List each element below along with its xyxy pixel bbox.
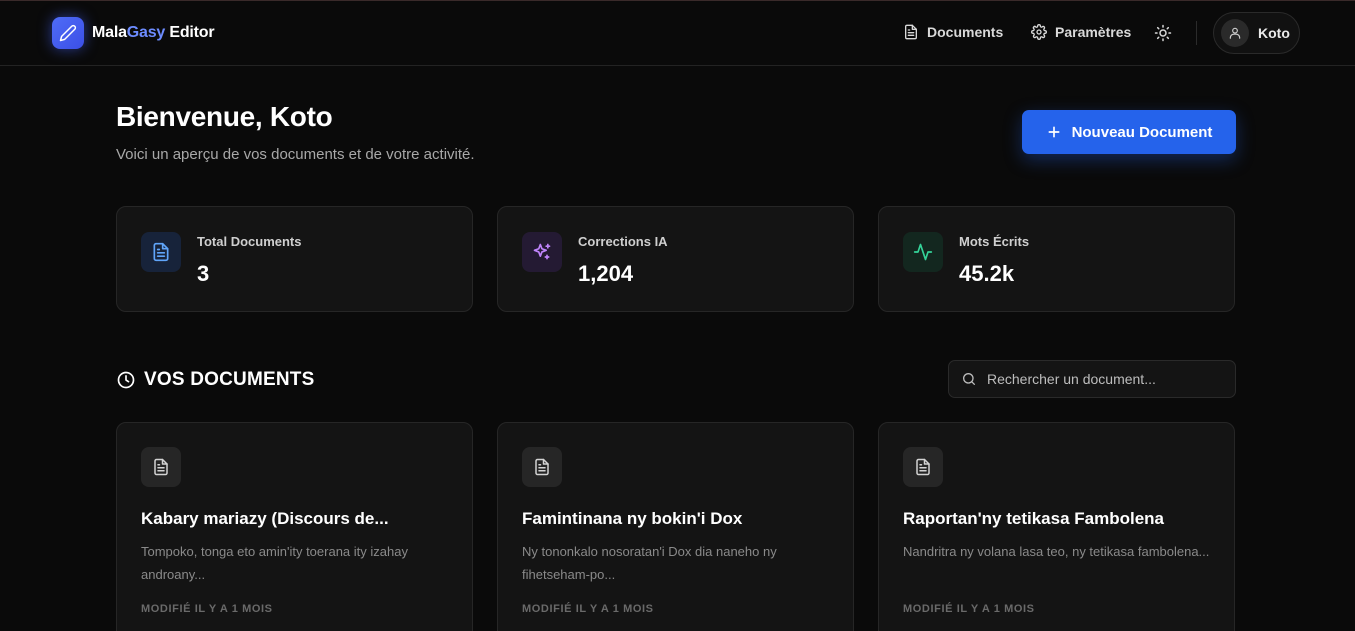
- file-text-icon: [522, 447, 562, 487]
- stat-value: 3: [197, 261, 210, 286]
- stat-label: Mots Écrits: [959, 234, 1030, 249]
- gear-icon: [1031, 24, 1047, 40]
- document-excerpt: Tompoko, tonga eto amin'ity toerana ity …: [141, 544, 408, 582]
- document-excerpt: Ny tononkalo nosoratan'i Dox dia naneho …: [522, 544, 777, 582]
- brand-editor: Editor: [165, 24, 215, 41]
- file-text-icon: [903, 447, 943, 487]
- nav-settings-link[interactable]: Paramètres: [1031, 24, 1131, 40]
- section-title-text: VOS DOCUMENTS: [144, 369, 315, 390]
- user-menu-button[interactable]: Koto: [1213, 12, 1300, 54]
- theme-toggle-button[interactable]: [1153, 23, 1173, 43]
- user-icon: [1229, 27, 1241, 39]
- document-card[interactable]: Kabary mariazy (Discours de... Tompoko, …: [116, 422, 473, 631]
- activity-icon: [903, 232, 943, 272]
- file-text-icon: [141, 232, 181, 272]
- sun-icon: [1154, 24, 1172, 42]
- file-text-icon: [905, 24, 917, 40]
- document-card[interactable]: Raportan'ny tetikasa Fambolena Nandritra…: [878, 422, 1235, 631]
- stat-label: Corrections IA: [578, 234, 668, 249]
- stat-card-words-written: Mots Écrits 45.2k: [878, 206, 1235, 312]
- page-title: Bienvenue, Koto: [116, 101, 333, 132]
- file-text-icon: [141, 447, 181, 487]
- page-subtitle: Voici un aperçu de vos documents et de v…: [116, 146, 475, 163]
- new-document-button[interactable]: Nouveau Document: [1022, 110, 1236, 154]
- stat-value: 45.2k: [959, 261, 1015, 286]
- plus-icon: [1048, 126, 1060, 138]
- document-title: Raportan'ny tetikasa Fambolena: [903, 509, 1165, 528]
- top-navbar: MalaGasy Editor Documents Paramètres Kot…: [0, 0, 1355, 66]
- search-box[interactable]: [948, 360, 1236, 398]
- brand-mala: Mala: [92, 24, 127, 41]
- stat-value: 1,204: [578, 261, 634, 286]
- clock-icon: [117, 371, 135, 389]
- document-modified: MODIFIÉ IL Y A 1 MOIS: [141, 603, 273, 615]
- search-input[interactable]: [987, 371, 1217, 387]
- document-modified: MODIFIÉ IL Y A 1 MOIS: [522, 603, 654, 615]
- sparkles-icon: [522, 232, 562, 272]
- stat-label: Total Documents: [197, 234, 302, 249]
- document-title: Kabary mariazy (Discours de...: [141, 509, 389, 528]
- document-modified: MODIFIÉ IL Y A 1 MOIS: [903, 603, 1035, 615]
- pen-icon[interactable]: [52, 17, 84, 49]
- document-card[interactable]: Famintinana ny bokin'i Dox Ny tononkalo …: [497, 422, 854, 631]
- nav-divider: [1196, 21, 1197, 45]
- document-excerpt: Nandritra ny volana lasa teo, ny tetikas…: [903, 544, 1210, 559]
- app-brand[interactable]: MalaGasy Editor: [92, 24, 215, 42]
- avatar: [1221, 19, 1249, 47]
- stat-card-ai-corrections: Corrections IA 1,204: [497, 206, 854, 312]
- brand-gasy: Gasy: [126, 24, 166, 41]
- user-name: Koto: [1258, 25, 1290, 41]
- nav-documents-link[interactable]: Documents: [903, 24, 1003, 40]
- nav-settings-label: Paramètres: [1055, 24, 1132, 40]
- new-document-label: Nouveau Document: [1071, 123, 1213, 141]
- search-icon: [963, 373, 975, 385]
- document-title: Famintinana ny bokin'i Dox: [522, 509, 743, 528]
- nav-documents-label: Documents: [927, 24, 1004, 40]
- documents-section-title: VOS DOCUMENTS: [116, 369, 314, 391]
- stat-card-total-documents: Total Documents 3: [116, 206, 473, 312]
